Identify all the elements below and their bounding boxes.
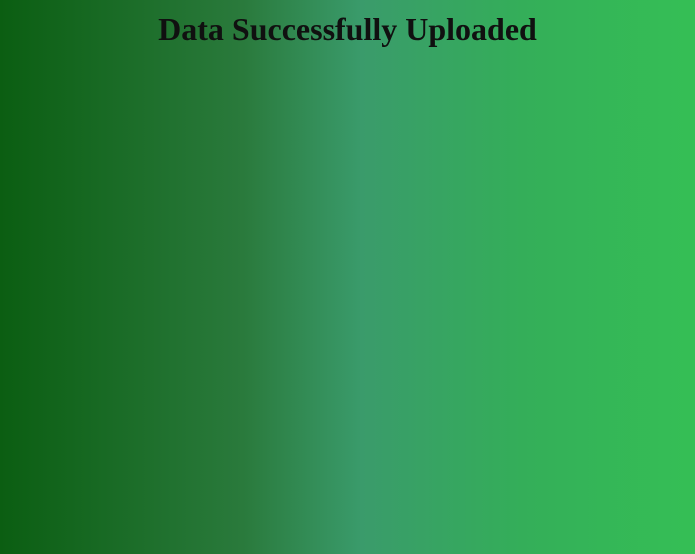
page-title: Data Successfully Uploaded [158,11,537,47]
upload-success-page: Data Successfully Uploaded [0,0,695,554]
